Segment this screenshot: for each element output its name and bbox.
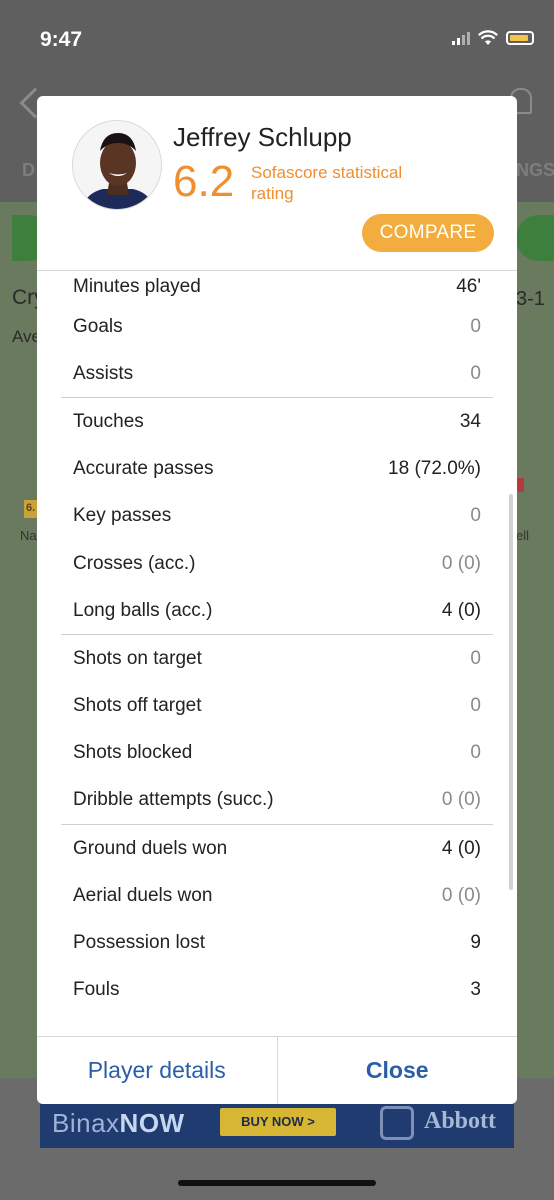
status-time: 9:47 <box>40 28 83 51</box>
compare-button[interactable]: COMPARE <box>362 214 494 252</box>
ad-banner[interactable]: BinaxNOW BUY NOW > Abbott <box>40 1100 514 1148</box>
stat-label: Fouls <box>73 979 120 1001</box>
stat-row: Aerial duels won 0 (0) <box>61 872 493 919</box>
stat-group: Minutes played 46' Goals 0 Assists 0 <box>61 271 493 399</box>
stat-row: Goals 0 <box>61 303 493 350</box>
stat-label: Long balls (acc.) <box>73 599 213 621</box>
dialog-footer: Player details Close <box>37 1036 517 1104</box>
stat-value: 0 (0) <box>441 884 481 906</box>
stat-label: Minutes played <box>73 276 201 297</box>
abbott-logo-icon <box>380 1106 414 1140</box>
stat-value: 0 (0) <box>441 789 481 811</box>
ad-buy-now-button[interactable]: BUY NOW > <box>220 1108 336 1136</box>
background-player-right: ell <box>516 528 530 543</box>
stat-label: Shots on target <box>73 647 202 669</box>
player-photo-icon <box>73 121 161 209</box>
stat-value: 0 <box>470 695 481 717</box>
stat-label: Shots off target <box>73 695 202 717</box>
stat-row: Shots blocked 0 <box>61 730 493 777</box>
stat-label: Accurate passes <box>73 458 214 480</box>
stat-value: 3 <box>470 979 481 1001</box>
stat-row: Crosses (acc.) 0 (0) <box>61 540 493 587</box>
stat-value: 0 <box>470 647 481 669</box>
stat-row: Possession lost 9 <box>61 919 493 966</box>
background-score: 3-1 <box>516 288 545 310</box>
stat-row: Dribble attempts (succ.) 0 (0) <box>61 777 493 824</box>
stat-label: Key passes <box>73 505 172 527</box>
scrollbar[interactable] <box>509 494 513 890</box>
stat-value: 18 (72.0%) <box>388 458 481 480</box>
stat-value: 4 (0) <box>441 599 481 621</box>
stat-value: 0 (0) <box>441 552 481 574</box>
stat-row: Key passes 0 <box>61 493 493 540</box>
stat-value: 46' <box>456 276 481 297</box>
home-indicator[interactable] <box>178 1180 376 1186</box>
stat-label: Aerial duels won <box>73 884 213 906</box>
stat-row: Shots on target 0 <box>61 635 493 682</box>
signal-icon <box>452 31 470 45</box>
stat-label: Crosses (acc.) <box>73 552 196 574</box>
stat-row: Ground duels won 4 (0) <box>61 825 493 872</box>
stat-label: Shots blocked <box>73 742 193 764</box>
stat-value: 9 <box>470 932 481 954</box>
stat-value: 0 <box>470 362 481 384</box>
stat-row: Accurate passes 18 (72.0%) <box>61 446 493 493</box>
player-details-button[interactable]: Player details <box>37 1037 278 1104</box>
stat-label: Possession lost <box>73 932 206 954</box>
background-rating-badge-right <box>516 478 524 492</box>
battery-icon <box>506 31 534 45</box>
stat-row: Long balls (acc.) 4 (0) <box>61 587 493 634</box>
stat-value: 0 <box>470 742 481 764</box>
stat-row: Fouls 3 <box>61 967 493 1014</box>
player-avatar <box>72 120 162 210</box>
stats-list[interactable]: Minutes played 46' Goals 0 Assists 0 Touche… <box>37 270 517 1036</box>
wifi-icon <box>478 30 498 45</box>
status-icons <box>452 30 534 46</box>
stat-row: Shots off target 0 <box>61 683 493 730</box>
background-player-left: Na <box>20 528 37 543</box>
stat-label: Goals <box>73 315 123 337</box>
stat-value: 4 (0) <box>441 837 481 859</box>
ad-brand: BinaxNOW <box>52 1108 185 1138</box>
stat-value: 0 <box>470 315 481 337</box>
player-name: Jeffrey Schlupp <box>173 122 352 152</box>
player-rating: 6.2 <box>173 157 235 206</box>
stat-label: Ground duels won <box>73 837 228 859</box>
ad-sponsor: Abbott <box>424 1108 497 1134</box>
stat-label: Assists <box>73 362 134 384</box>
stat-group: Ground duels won 4 (0) Aerial duels won 0 … <box>61 825 493 1014</box>
player-stats-dialog: Jeffrey Schlupp 6.2 Sofascore statistica… <box>37 96 517 1104</box>
stat-row: Minutes played 46' <box>61 271 493 303</box>
stat-label: Dribble attempts (succ.) <box>73 789 274 811</box>
stat-label: Touches <box>73 410 144 432</box>
stat-value: 0 <box>470 505 481 527</box>
rating-label: Sofascore statistical rating <box>251 163 403 203</box>
tab-left[interactable]: D <box>22 160 35 181</box>
close-button[interactable]: Close <box>278 1037 518 1104</box>
stat-group: Touches 34 Accurate passes 18 (72.0%) Key … <box>61 398 493 636</box>
tab-right[interactable]: NGS <box>516 160 554 181</box>
stat-row: Touches 34 <box>61 398 493 445</box>
background-pill-right <box>516 215 554 261</box>
stat-row: Assists 0 <box>61 350 493 397</box>
stat-group: Shots on target 0 Shots off target 0 Shots… <box>61 635 493 826</box>
stat-value: 34 <box>459 410 481 432</box>
